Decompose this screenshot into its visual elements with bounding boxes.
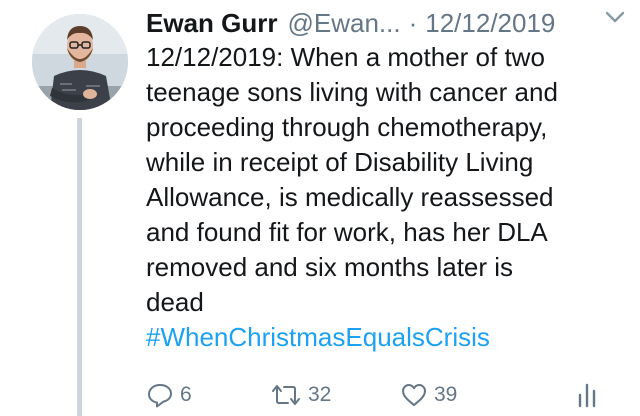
tweet-text-line: teenage sons living with cancer and bbox=[146, 77, 558, 107]
tweet-text-line: 12/12/2019: When a mother of two bbox=[146, 42, 545, 72]
tweet-text-line: Allowance, is medically reassessed bbox=[146, 182, 554, 212]
tweet-text-line: and found fit for work, has her DLA bbox=[146, 217, 548, 247]
reply-icon bbox=[148, 384, 172, 408]
analytics-button[interactable] bbox=[576, 378, 598, 412]
tweet-text-line: dead bbox=[146, 287, 204, 317]
thread-line bbox=[77, 118, 82, 416]
reply-count: 6 bbox=[180, 383, 192, 406]
retweet-button[interactable]: 32 bbox=[270, 378, 331, 412]
tweet-text-line: proceeding through chemotherapy, bbox=[146, 112, 548, 142]
reply-button[interactable]: 6 bbox=[146, 378, 192, 412]
author-handle[interactable]: @Ewan... bbox=[287, 8, 400, 39]
retweet-icon bbox=[272, 385, 300, 405]
avatar[interactable] bbox=[32, 14, 128, 110]
tweet-text-line: while in receipt of Disability Living bbox=[146, 147, 534, 177]
tweet-date[interactable]: 12/12/2019 bbox=[425, 8, 555, 39]
author-name[interactable]: Ewan Gurr bbox=[146, 8, 277, 39]
chevron-down-icon[interactable] bbox=[604, 6, 626, 28]
tweet-text-line: removed and six months later is bbox=[146, 252, 514, 282]
heart-icon bbox=[402, 384, 426, 406]
tweet-actions: 6 32 39 bbox=[146, 378, 626, 412]
tweet-text: 12/12/2019: When a mother of two teenage… bbox=[146, 40, 636, 355]
analytics-icon bbox=[578, 383, 596, 408]
like-count: 39 bbox=[434, 383, 458, 406]
separator-dot: · bbox=[408, 7, 418, 38]
like-button[interactable]: 39 bbox=[400, 378, 457, 412]
hashtag-link[interactable]: #WhenChristmasEqualsCrisis bbox=[146, 320, 636, 355]
avatar-photo bbox=[32, 14, 128, 110]
tweet: Ewan Gurr @Ewan... · 12/12/2019 12/12/20… bbox=[0, 0, 640, 416]
retweet-count: 32 bbox=[308, 383, 332, 406]
tweet-header: Ewan Gurr @Ewan... · 12/12/2019 bbox=[146, 6, 626, 40]
